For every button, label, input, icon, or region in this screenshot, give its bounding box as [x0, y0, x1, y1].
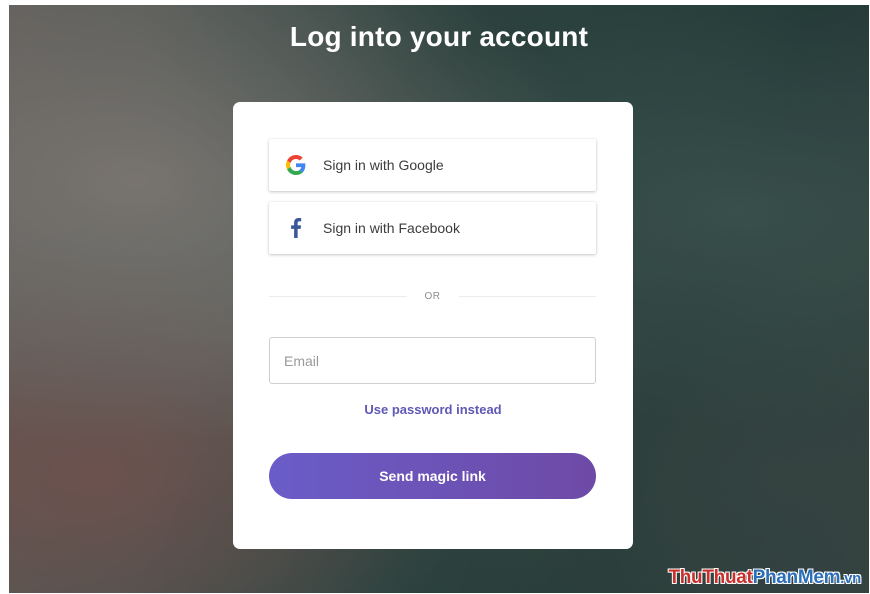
watermark-part-phanmem: PhanMem: [752, 567, 841, 588]
sign-in-facebook-label: Sign in with Facebook: [323, 220, 460, 236]
background-image: Log into your account Sign in with Googl…: [9, 5, 869, 593]
google-icon: [285, 154, 307, 176]
sign-in-facebook-button[interactable]: Sign in with Facebook: [269, 202, 596, 254]
or-text: OR: [424, 290, 441, 302]
login-card: Sign in with Google Sign in with Faceboo…: [233, 102, 633, 549]
use-password-link[interactable]: Use password instead: [233, 402, 633, 417]
divider-line-right: [458, 295, 596, 297]
or-divider: OR: [269, 288, 596, 304]
page-title: Log into your account: [289, 21, 589, 52]
email-field[interactable]: [269, 337, 596, 384]
facebook-icon: [285, 217, 307, 239]
sign-in-google-label: Sign in with Google: [323, 157, 444, 173]
watermark-part-thuthuat: ThuThuat: [668, 567, 753, 588]
divider-line-left: [269, 295, 407, 297]
watermark-logo: ThuThuatPhanMem.vn: [668, 567, 861, 589]
send-magic-link-button[interactable]: Send magic link: [269, 453, 596, 499]
watermark-part-vn: .vn: [840, 570, 861, 587]
sign-in-google-button[interactable]: Sign in with Google: [269, 139, 596, 191]
